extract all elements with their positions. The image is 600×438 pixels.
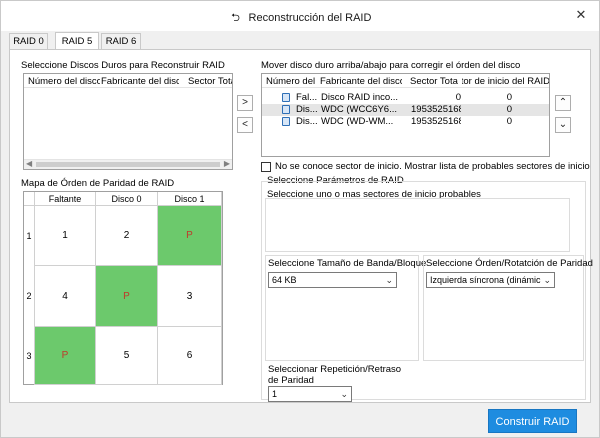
window-title-text: Reconstrucción del RAID — [248, 12, 372, 24]
grid-row-number: 2 — [24, 266, 35, 327]
chevron-down-icon: ⌄ — [385, 275, 393, 285]
raid5-panel: Seleccione Discos Duros para Reconstruir… — [9, 49, 593, 403]
parity-delay-select[interactable]: 1 ⌄ — [268, 386, 352, 402]
right-list-label: Mover disco duro arriba/abajo para corre… — [261, 60, 521, 71]
unknown-start-label[interactable]: No se conoce sector de inicio. Mostrar l… — [275, 161, 590, 172]
disk-start: 0 — [506, 104, 512, 115]
parity-delay-label-1: Seleccionar Repetición/Retraso — [268, 364, 402, 375]
start-sectors-box[interactable] — [265, 198, 570, 252]
disk-number: Fal... — [296, 92, 318, 103]
rotation-group — [423, 255, 584, 361]
parity-map-grid: Faltante Disco 0 Disco 1 1 2 3 1 2 P 4 P… — [23, 191, 223, 385]
disk-total: 1953525168 — [411, 116, 461, 127]
disk-maker: WDC (WCC6Y6... — [321, 104, 397, 115]
col-disk-number[interactable]: Número del disco — [28, 76, 100, 87]
raid-reconstruction-window: ⮌ Reconstrucción del RAID ✕ RAID 0 RAID 5… — [0, 0, 600, 438]
list-item[interactable]: Dis... WDC (WD-WM... 1953525168 0 — [262, 116, 549, 128]
disk-number: Dis... — [296, 104, 318, 115]
window-title: ⮌ Reconstrucción del RAID — [1, 9, 599, 28]
grid-row-number: 3 — [24, 327, 35, 385]
disk-start: 0 — [506, 116, 512, 127]
move-left-button[interactable]: < — [237, 117, 253, 133]
left-list-header: Número del disco Fabricante del disco Se… — [24, 74, 232, 88]
build-raid-button[interactable]: Construir RAID — [488, 409, 577, 433]
left-list-scrollbar[interactable]: ◀ ▶ — [24, 159, 232, 169]
disk-number: Dis... — [296, 116, 318, 127]
col-disk-number[interactable]: Número del disco — [266, 76, 318, 87]
list-item[interactable]: Fal... Disco RAID inco... 0 0 — [262, 92, 549, 104]
tab-raid-0[interactable]: RAID 0 — [9, 33, 48, 49]
tab-raid-5[interactable]: RAID 5 — [55, 32, 99, 49]
stripe-size-value: 64 KB — [272, 275, 297, 285]
parity-map-label: Mapa de Órden de Paridad de RAID — [21, 178, 175, 189]
col-total-sector[interactable]: Sector Total — [188, 76, 232, 87]
grid-header: Disco 0 — [96, 192, 158, 206]
grid-cell[interactable]: 3 — [158, 266, 222, 327]
disk-total: 0 — [455, 92, 461, 103]
parity-delay-label-2: de Paridad — [268, 375, 314, 386]
grid-row-number: 1 — [24, 206, 35, 266]
undo-arrow-icon: ⮌ — [231, 12, 240, 24]
parity-rotation-label: Seleccione Órden/Rotatción de Paridad — [426, 258, 593, 269]
parity-rotation-select[interactable]: Izquierda síncrona (dinámic ⌄ — [426, 272, 555, 288]
chevron-down-icon: ⌄ — [543, 275, 551, 285]
disk-icon — [282, 93, 290, 102]
grid-cell[interactable]: 4 — [35, 266, 96, 327]
disk-maker: WDC (WD-WM... — [321, 116, 394, 127]
unknown-start-checkbox[interactable] — [261, 162, 271, 172]
col-disk-maker[interactable]: Fabricante del disco — [320, 76, 402, 87]
grid-cell[interactable]: 5 — [96, 327, 158, 385]
right-list-header: Número del disco Fabricante del disco Se… — [262, 74, 549, 88]
scroll-left-icon[interactable]: ◀ — [26, 159, 32, 168]
chevron-down-icon: ⌄ — [340, 389, 348, 399]
parity-rotation-value: Izquierda síncrona (dinámic — [430, 275, 541, 285]
move-right-button[interactable]: > — [237, 95, 253, 111]
col-disk-maker[interactable]: Fabricante del disco — [101, 76, 179, 87]
list-item[interactable]: Dis... WDC (WCC6Y6... 1953525168 0 — [262, 104, 549, 116]
grid-corner — [24, 192, 35, 206]
grid-cell[interactable]: 6 — [158, 327, 222, 385]
scroll-thumb[interactable] — [36, 162, 220, 167]
stripe-size-label: Seleccione Tamaño de Banda/Bloque — [268, 258, 427, 269]
disk-icon — [282, 105, 290, 114]
grid-cell[interactable]: 2 — [96, 206, 158, 266]
scroll-right-icon[interactable]: ▶ — [224, 159, 230, 168]
parity-cell[interactable]: P — [96, 266, 158, 327]
col-raid-start-sector[interactable]: Sector de inicio del RAID — [462, 76, 549, 87]
left-list-label: Seleccione Discos Duros para Reconstruir… — [21, 60, 225, 71]
move-down-button[interactable]: ⌄ — [555, 117, 571, 133]
stripe-group — [265, 255, 419, 361]
grid-header: Faltante — [35, 192, 96, 206]
stripe-size-select[interactable]: 64 KB ⌄ — [268, 272, 397, 288]
close-icon[interactable]: ✕ — [573, 7, 589, 23]
tab-raid-6[interactable]: RAID 6 — [101, 33, 141, 49]
title-bar: ⮌ Reconstrucción del RAID ✕ — [1, 1, 599, 31]
parity-delay-value: 1 — [272, 389, 278, 399]
move-up-button[interactable]: ⌃ — [555, 95, 571, 111]
disk-start: 0 — [506, 92, 512, 103]
grid-header: Disco 1 — [158, 192, 222, 206]
disk-icon — [282, 117, 290, 126]
grid-cell[interactable]: 1 — [35, 206, 96, 266]
disk-maker: Disco RAID inco... — [321, 92, 399, 103]
disk-total: 1953525168 — [411, 104, 461, 115]
parity-cell[interactable]: P — [35, 327, 96, 385]
available-disks-list[interactable]: Número del disco Fabricante del disco Se… — [23, 73, 233, 170]
parity-cell[interactable]: P — [158, 206, 222, 266]
raid-disk-order-list[interactable]: Número del disco Fabricante del disco Se… — [261, 73, 550, 157]
col-total-sector[interactable]: Sector Total — [410, 76, 458, 87]
